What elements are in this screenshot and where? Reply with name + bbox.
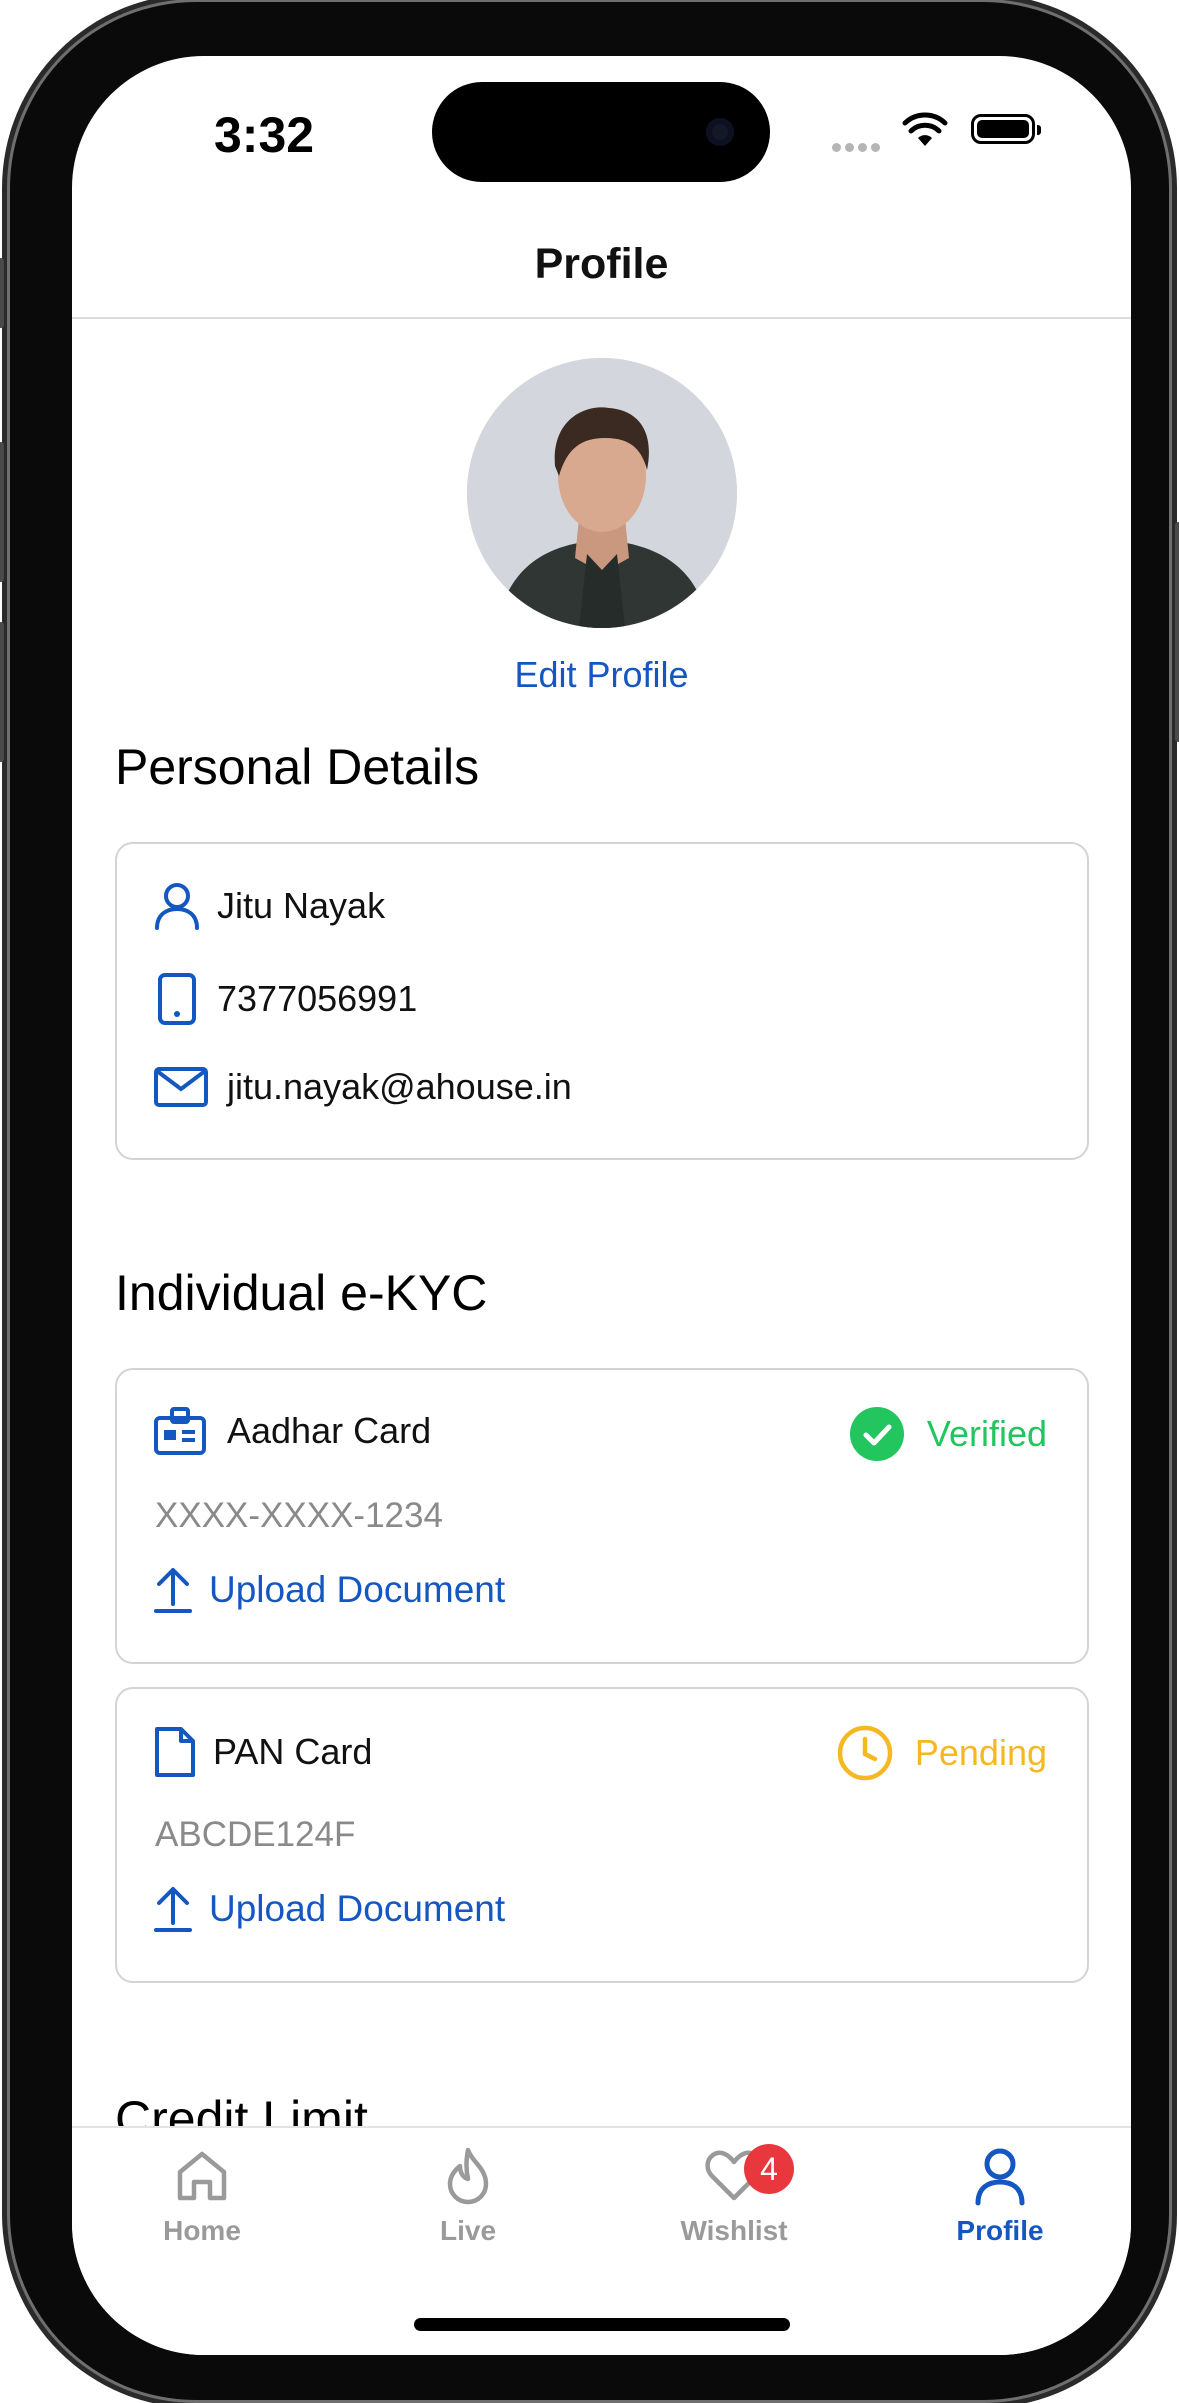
- user-phone: 7377056991: [217, 978, 418, 1019]
- status-badge: Pending: [837, 1725, 1047, 1781]
- power-button: [1175, 522, 1179, 742]
- tab-home[interactable]: Home: [102, 2146, 302, 2247]
- user-icon: [153, 882, 201, 930]
- pan-card: PAN Card Pending ABCDE124F Upload Docume…: [115, 1687, 1089, 1983]
- upload-document-button[interactable]: Upload Document: [153, 1885, 505, 1933]
- user-icon: [970, 2146, 1030, 2206]
- upload-icon: [153, 1885, 193, 1933]
- mute-switch: [0, 258, 4, 328]
- edit-profile-link[interactable]: Edit Profile: [72, 654, 1131, 696]
- tab-label: Wishlist: [680, 2215, 788, 2246]
- flame-icon: [438, 2146, 498, 2206]
- tab-wishlist[interactable]: 4 Wishlist: [634, 2144, 834, 2247]
- battery-icon: [971, 114, 1041, 144]
- wishlist-count-badge: 4: [744, 2144, 794, 2194]
- check-circle-icon: [849, 1406, 905, 1462]
- upload-document-button[interactable]: Upload Document: [153, 1566, 505, 1614]
- pan-title-row: PAN Card: [153, 1725, 372, 1779]
- ekyc-heading: Individual e-KYC: [115, 1265, 488, 1321]
- aadhar-card: Aadhar Card Verified XXXX-XXXX-1234 Uplo…: [115, 1368, 1089, 1664]
- header-divider: [72, 317, 1131, 319]
- avatar[interactable]: [467, 358, 737, 628]
- tab-label: Profile: [956, 2215, 1044, 2246]
- phone-frame: 3:32 Profile Edit Profile Personal Detai…: [0, 2, 1179, 2400]
- home-icon: [172, 2146, 232, 2206]
- document-name: Aadhar Card: [227, 1410, 432, 1451]
- mail-icon: [153, 1066, 209, 1108]
- personal-details-card: Jitu Nayak 7377056991 jitu.nayak@ahouse.…: [115, 842, 1089, 1160]
- document-number: XXXX-XXXX-1234: [155, 1496, 443, 1535]
- avatar-photo: [467, 358, 737, 628]
- tab-label: Home: [163, 2215, 241, 2246]
- name-row: Jitu Nayak: [153, 882, 385, 930]
- email-row: jitu.nayak@ahouse.in: [153, 1066, 572, 1108]
- personal-details-heading: Personal Details: [115, 739, 480, 795]
- status-time: 3:32: [214, 107, 315, 163]
- cellular-signal-icon: [832, 139, 884, 157]
- volume-down-button: [0, 622, 4, 762]
- user-email: jitu.nayak@ahouse.in: [227, 1066, 572, 1107]
- screen: 3:32 Profile Edit Profile Personal Detai…: [72, 56, 1131, 2355]
- document-number: ABCDE124F: [155, 1815, 356, 1854]
- mobile-phone-icon: [153, 972, 201, 1026]
- camera-icon: [706, 118, 734, 146]
- page-title: Profile: [534, 240, 669, 288]
- status-label: Pending: [914, 1732, 1047, 1773]
- upload-label: Upload Document: [209, 1569, 506, 1610]
- status-label: Verified: [926, 1413, 1047, 1454]
- id-card-icon: [153, 1406, 207, 1456]
- upload-icon: [153, 1566, 193, 1614]
- document-name: PAN Card: [213, 1731, 373, 1772]
- aadhar-title-row: Aadhar Card: [153, 1406, 431, 1456]
- user-name: Jitu Nayak: [217, 885, 386, 926]
- volume-up-button: [0, 442, 4, 582]
- home-indicator: [414, 2318, 790, 2331]
- tab-profile[interactable]: Profile: [900, 2146, 1100, 2247]
- tab-live[interactable]: Live: [368, 2146, 568, 2247]
- upload-label: Upload Document: [209, 1888, 506, 1929]
- status-badge: Verified: [849, 1406, 1047, 1462]
- dynamic-island: [432, 82, 770, 182]
- tab-label: Live: [439, 2215, 497, 2246]
- phone-row: 7377056991: [153, 972, 417, 1026]
- wifi-icon: [902, 112, 948, 153]
- document-icon: [153, 1725, 197, 1779]
- clock-icon: [837, 1725, 893, 1781]
